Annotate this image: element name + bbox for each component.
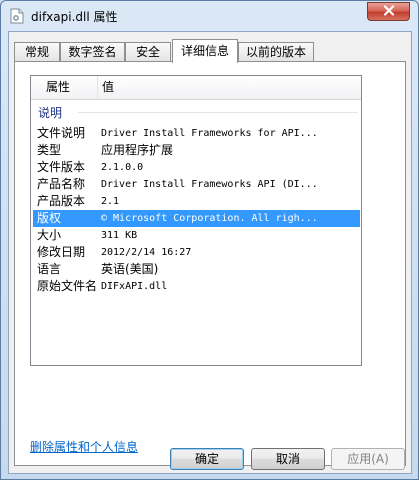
property-value: 2.1 [101, 196, 120, 207]
property-value: 311 KB [101, 230, 138, 241]
property-name: 文件说明 [37, 126, 86, 140]
ok-button[interactable]: 确定 [170, 448, 244, 470]
header-divider[interactable] [97, 76, 98, 99]
dll-file-icon [9, 8, 25, 24]
list-item[interactable]: 语言 英语(美国) [33, 261, 360, 278]
properties-list[interactable]: 属性 值 说明 文件说明 Driver Install Frameworks f… [30, 75, 362, 366]
cancel-button[interactable]: 取消 [251, 448, 325, 470]
list-item[interactable]: 文件版本 2.1.0.0 [33, 159, 360, 176]
list-item-selected[interactable]: 版权 © Microsoft Corporation. All righ... [33, 210, 360, 227]
property-name: 产品版本 [37, 194, 86, 208]
property-value: 2.1.0.0 [101, 162, 144, 173]
tab-previous-versions[interactable]: 以前的版本 [238, 42, 314, 62]
tab-general[interactable]: 常规 [14, 42, 60, 62]
list-item[interactable]: 修改日期 2012/2/14 16:27 [33, 244, 360, 261]
details-panel: 属性 值 说明 文件说明 Driver Install Frameworks f… [14, 61, 406, 466]
remove-properties-link[interactable]: 删除属性和个人信息 [30, 438, 138, 455]
dialog-client-area: 常规 数字签名 安全 详细信息 以前的版本 属性 值 说明 文件说明 Drive… [8, 31, 412, 474]
header-value[interactable]: 值 [102, 76, 114, 99]
list-item[interactable]: 类型 应用程序扩展 [33, 142, 360, 159]
tab-digital-signatures[interactable]: 数字签名 [60, 42, 125, 62]
window-title: difxapi.dll 属性 [31, 10, 118, 24]
title-bar[interactable]: difxapi.dll 属性 [1, 1, 418, 31]
group-divider [78, 112, 358, 113]
close-icon [383, 4, 395, 19]
list-item[interactable]: 原始文件名 DIFxAPI.dll [33, 278, 360, 295]
tab-details[interactable]: 详细信息 [172, 39, 238, 63]
property-name: 版权 [37, 211, 62, 225]
group-label: 说明 [38, 104, 67, 121]
tab-strip: 常规 数字签名 安全 详细信息 以前的版本 [14, 39, 406, 63]
list-item[interactable]: 产品版本 2.1 [33, 193, 360, 210]
property-name: 语言 [37, 262, 62, 276]
property-name: 类型 [37, 143, 62, 157]
property-name: 原始文件名 [37, 279, 98, 293]
property-name: 文件版本 [37, 160, 86, 174]
property-value: © Microsoft Corporation. All righ... [101, 213, 318, 224]
property-value: Driver Install Frameworks API (DI... [101, 179, 318, 190]
apply-button[interactable]: 应用(A) [331, 448, 405, 470]
property-value: 应用程序扩展 [101, 143, 174, 157]
list-item[interactable]: 大小 311 KB [33, 227, 360, 244]
list-item[interactable]: 产品名称 Driver Install Frameworks API (DI..… [33, 176, 360, 193]
close-button[interactable] [367, 2, 410, 21]
tab-security[interactable]: 安全 [125, 42, 171, 62]
properties-dialog: difxapi.dll 属性 常规 数字签名 安全 详细信息 以前的版本 属性 … [0, 0, 419, 480]
list-item[interactable]: 文件说明 Driver Install Frameworks for API..… [33, 125, 360, 142]
property-value: 2012/2/14 16:27 [101, 247, 192, 258]
header-property[interactable]: 属性 [46, 76, 70, 99]
property-name: 产品名称 [37, 177, 86, 191]
group-description[interactable]: 说明 [38, 104, 360, 121]
property-name: 大小 [37, 228, 62, 242]
property-value: Driver Install Frameworks for API... [101, 128, 318, 139]
property-value: DIFxAPI.dll [101, 281, 168, 292]
property-name: 修改日期 [37, 245, 86, 259]
list-header: 属性 值 [31, 76, 361, 100]
property-value: 英语(美国) [101, 262, 159, 276]
